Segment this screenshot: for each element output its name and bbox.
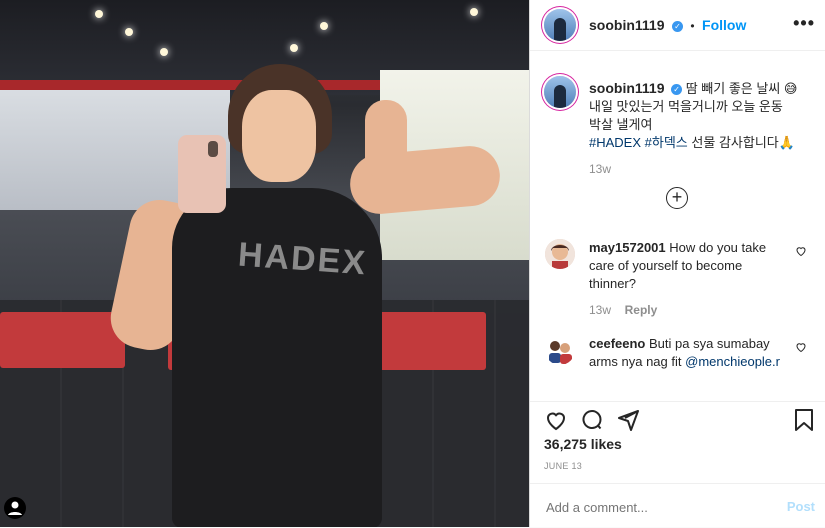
ceiling-lamp (470, 8, 478, 16)
add-icon[interactable]: + (666, 187, 688, 209)
more-icon[interactable]: ••• (793, 13, 815, 34)
caption-timestamp[interactable]: 13w (589, 160, 814, 178)
ceiling-lamp (95, 10, 103, 18)
ceiling-lamp (320, 22, 328, 30)
person-fist (365, 100, 407, 180)
reply-button[interactable]: Reply (625, 303, 658, 317)
caption-line: 박살 낼게여 (589, 117, 653, 132)
comment-icon[interactable] (580, 408, 604, 432)
person-face (242, 90, 316, 182)
comment-timestamp[interactable]: 13w (589, 303, 611, 317)
header-title: soobin1119 ✓ • Follow (589, 17, 746, 35)
dot-separator: • (690, 19, 695, 33)
heart-icon[interactable] (544, 408, 568, 432)
ceiling-lamp (160, 48, 168, 56)
avatar[interactable] (544, 76, 576, 108)
caption: soobin1119 ✓ 땀 빼기 좋은 날씨 😅 내일 맛있는거 먹을거니까 … (589, 79, 814, 178)
phone-camera (208, 141, 218, 157)
post-sidebar: soobin1119 ✓ • Follow ••• soobin1119 ✓ 땀… (530, 0, 825, 527)
profile-icon[interactable] (4, 497, 26, 519)
comments-list[interactable]: soobin1119 ✓ 땀 빼기 좋은 날씨 😅 내일 맛있는거 먹을거니까 … (530, 51, 825, 401)
username-link[interactable]: soobin1119 (589, 17, 664, 33)
exercise-mat (0, 312, 125, 368)
post-date[interactable]: JUNE 13 (544, 461, 582, 471)
ceiling-lamp (290, 44, 298, 52)
heart-icon[interactable] (795, 341, 807, 356)
comment-username[interactable]: may1572001 (589, 240, 666, 255)
post-photo[interactable]: HADEX (0, 0, 529, 527)
caption-line: 선물 감사합니다🙏 (691, 135, 795, 150)
bookmark-icon[interactable] (793, 408, 815, 432)
caption-username[interactable]: soobin1119 (589, 80, 664, 96)
post-button[interactable]: Post (787, 499, 815, 514)
avatar[interactable] (544, 9, 576, 41)
comment-username[interactable]: ceefeeno (589, 336, 645, 351)
phone (178, 135, 226, 213)
comment-input[interactable] (544, 496, 768, 518)
avatar[interactable] (545, 239, 575, 269)
likes-count[interactable]: 36,275 likes (544, 436, 622, 452)
post-header: soobin1119 ✓ • Follow ••• (530, 0, 825, 51)
caption-line: 내일 맛있는거 먹을거니까 오늘 운동 (589, 99, 783, 114)
verified-icon: ✓ (671, 21, 683, 32)
caption-line: 땀 빼기 좋은 날씨 😅 (685, 81, 798, 96)
comment-text: ceefeeno Buti pa sya sumabay arms nya na… (589, 335, 789, 371)
avatar[interactable] (545, 335, 575, 365)
ceiling-lamp (125, 28, 133, 36)
heart-icon[interactable] (795, 245, 807, 260)
verified-icon: ✓ (671, 84, 683, 95)
comment-composer: Post (530, 483, 825, 528)
hashtag-link[interactable]: #하덱스 (645, 135, 688, 150)
follow-button[interactable]: Follow (702, 17, 746, 33)
share-icon[interactable] (616, 408, 640, 432)
comment-text: may1572001 How do you take care of yours… (589, 239, 789, 319)
mention-link[interactable]: @menchieople.r (685, 354, 780, 369)
hashtag-link[interactable]: #HADEX (589, 135, 641, 150)
